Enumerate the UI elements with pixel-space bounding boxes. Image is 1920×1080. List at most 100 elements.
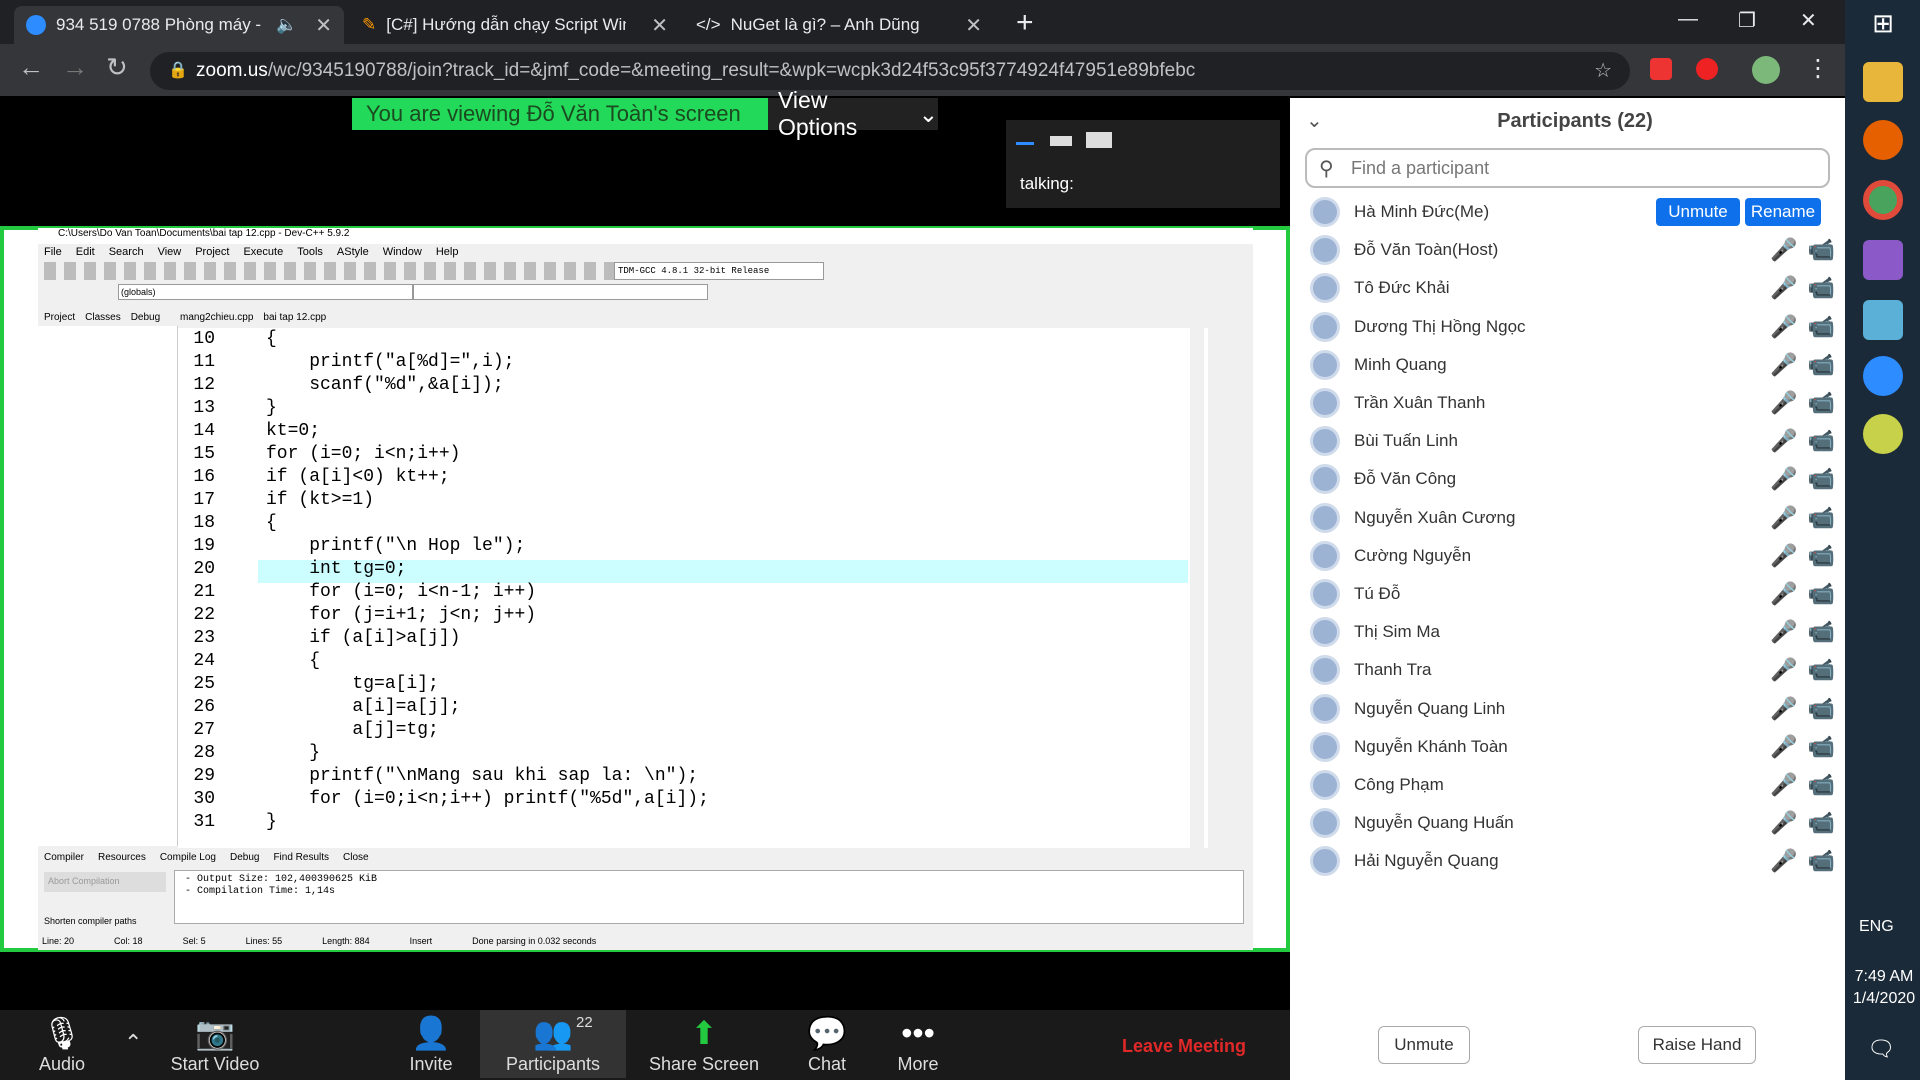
participants-button[interactable]: 👥 Participants	[480, 1010, 626, 1078]
minimize-icon[interactable]: —	[1678, 8, 1698, 31]
avatar	[1310, 235, 1340, 266]
share-screen-button[interactable]: ⬆ Share Screen	[646, 1012, 762, 1075]
tab-compile-log[interactable]: Compile Log	[160, 852, 216, 863]
paint-icon[interactable]	[1863, 414, 1903, 454]
close-window-icon[interactable]: ✕	[1800, 8, 1817, 33]
file-tab[interactable]: mang2chieu.cpp	[180, 312, 253, 323]
visual-studio-icon[interactable]	[1863, 240, 1903, 280]
taskbar-time[interactable]: 7:49 AM	[1851, 968, 1917, 986]
tab-nuget[interactable]: </> NuGet là gì? – Anh Dũng ✕	[684, 6, 994, 44]
chrome-icon[interactable]	[1863, 180, 1903, 220]
menu-icon[interactable]: ⋮	[1806, 54, 1830, 83]
side-tabs: Project Classes Debug	[44, 312, 160, 323]
line-number: 23	[193, 628, 215, 648]
compiler-select[interactable]: TDM-GCC 4.8.1 32-bit Release	[614, 262, 824, 280]
file-explorer-icon[interactable]	[1863, 62, 1903, 102]
rename-button[interactable]: Rename	[1745, 198, 1821, 226]
tab-debug-bottom[interactable]: Debug	[230, 852, 259, 863]
function-select[interactable]	[413, 284, 708, 300]
menu-help[interactable]: Help	[436, 246, 459, 258]
menu-tools[interactable]: Tools	[297, 246, 323, 258]
file-tab-active[interactable]: bai tap 12.cpp	[263, 312, 326, 323]
abort-compilation-button[interactable]: Abort Compilation	[44, 872, 166, 892]
extension-icon[interactable]	[1696, 58, 1718, 80]
participant-status: 🎤 📹	[1770, 772, 1835, 798]
footer-unmute-button[interactable]: Unmute	[1378, 1026, 1470, 1064]
video-off-icon: 📹	[1807, 657, 1835, 683]
menu-edit[interactable]: Edit	[76, 246, 95, 258]
devcpp-toolbar[interactable]	[44, 262, 614, 280]
close-tab-icon[interactable]: ✕	[315, 13, 332, 38]
menu-execute[interactable]: Execute	[243, 246, 283, 258]
notification-icon[interactable]: 🗨	[1867, 1036, 1895, 1062]
menu-astyle[interactable]: AStyle	[337, 246, 369, 258]
layout-minimize-icon[interactable]	[1016, 142, 1034, 145]
video-off-icon: 📹	[1807, 772, 1835, 797]
code-text: for (i=0; i<n-1; i++)	[266, 582, 537, 602]
speaker-icon[interactable]: 🔈	[276, 15, 297, 35]
firefox-icon[interactable]	[1863, 120, 1903, 160]
muted-mic-icon: 🎤	[1770, 466, 1798, 492]
address-bar[interactable]: 🔒 zoom.us/wc/9345190788/join?track_id=&j…	[150, 52, 1630, 90]
participant-name: Hà Minh Đức(Me)	[1354, 202, 1490, 221]
forward-icon[interactable]: →	[62, 52, 88, 83]
tab-project[interactable]: Project	[44, 312, 75, 323]
participant-row[interactable]: Hải Nguyễn Quang 🎤 📹	[1305, 839, 1835, 883]
line-number: 31	[193, 812, 215, 832]
taskbar-date[interactable]: 1/4/2020	[1851, 990, 1917, 1008]
raise-hand-button[interactable]: Raise Hand	[1638, 1026, 1756, 1064]
avatar	[1310, 846, 1340, 877]
layout-full-icon[interactable]	[1086, 132, 1112, 148]
zoom-app-icon[interactable]	[1863, 356, 1903, 396]
collapse-chevron-icon[interactable]: ⌄	[1306, 108, 1323, 133]
status-lines: Lines: 55	[245, 936, 283, 946]
tab-find-results[interactable]: Find Results	[273, 852, 329, 863]
menu-view[interactable]: View	[158, 246, 182, 258]
back-icon[interactable]: ←	[18, 52, 44, 83]
profile-avatar[interactable]	[1752, 56, 1780, 84]
tab-classes[interactable]: Classes	[85, 312, 121, 323]
tab-debug[interactable]: Debug	[131, 312, 160, 323]
invite-button[interactable]: 👤 Invite	[396, 1012, 466, 1075]
participant-name: Nguyễn Xuân Cương	[1354, 507, 1516, 527]
tab-resources[interactable]: Resources	[98, 852, 146, 863]
windows-start-icon[interactable]: ⊞	[1863, 8, 1903, 48]
tab-compiler[interactable]: Compiler	[44, 852, 84, 863]
menu-search[interactable]: Search	[109, 246, 144, 258]
unmute-button[interactable]: Unmute	[1656, 198, 1740, 226]
menu-project[interactable]: Project	[195, 246, 229, 258]
restore-icon[interactable]: ❐	[1738, 8, 1756, 33]
close-tab-icon[interactable]: ✕	[651, 13, 668, 38]
view-options-button[interactable]: View Options ⌄	[768, 87, 938, 140]
globals-select[interactable]: (globals)	[118, 284, 413, 300]
close-tab-icon[interactable]: ✕	[965, 13, 982, 38]
star-icon[interactable]: ☆	[1594, 58, 1612, 83]
menu-window[interactable]: Window	[383, 246, 422, 258]
menu-file[interactable]: File	[44, 246, 62, 258]
more-button[interactable]: ••• More	[890, 1012, 946, 1075]
tab-csharp[interactable]: ✎ [C#] Hướng dẫn chạy Script Window ✕	[350, 6, 680, 44]
url-path: /wc/9345190788/join?track_id=&jmf_code=&…	[267, 60, 1196, 81]
muted-mic-icon: 🎤	[1770, 657, 1798, 683]
layout-strip-icon[interactable]	[1050, 136, 1072, 146]
chat-button[interactable]: 💬 Chat	[800, 1012, 854, 1075]
tab-close[interactable]: Close	[343, 852, 369, 863]
participant-search-input[interactable]: ⚲ Find a participant	[1305, 148, 1830, 188]
new-tab-icon[interactable]: +	[1016, 6, 1034, 40]
tab-zoom[interactable]: 934 519 0788 Phòng máy - C6.2 🔈 ✕	[14, 6, 344, 44]
extension-icon[interactable]	[1650, 58, 1672, 80]
avatar	[1310, 540, 1340, 571]
start-video-button[interactable]: 📷 Start Video	[160, 1012, 270, 1075]
editor-scrollbar[interactable]	[1190, 328, 1204, 848]
audio-button[interactable]: 🎙 Audio	[20, 1012, 104, 1075]
leave-meeting-button[interactable]: Leave Meeting	[1122, 1036, 1246, 1057]
line-number: 15	[193, 444, 215, 464]
video-off-icon: 📷	[195, 1015, 235, 1051]
share-label: Share Screen	[648, 1054, 760, 1074]
shorten-paths-checkbox[interactable]: Shorten compiler paths	[44, 916, 137, 926]
chevron-up-icon[interactable]: ⌃	[124, 1030, 142, 1056]
taskbar-lang[interactable]: ENG	[1859, 918, 1894, 936]
app-icon[interactable]	[1863, 300, 1903, 340]
reload-icon[interactable]: ↻	[106, 52, 128, 83]
code-editor[interactable]: 10 {11 printf("a[%d]=",i); 12 scanf("%d",&…	[178, 328, 1208, 848]
